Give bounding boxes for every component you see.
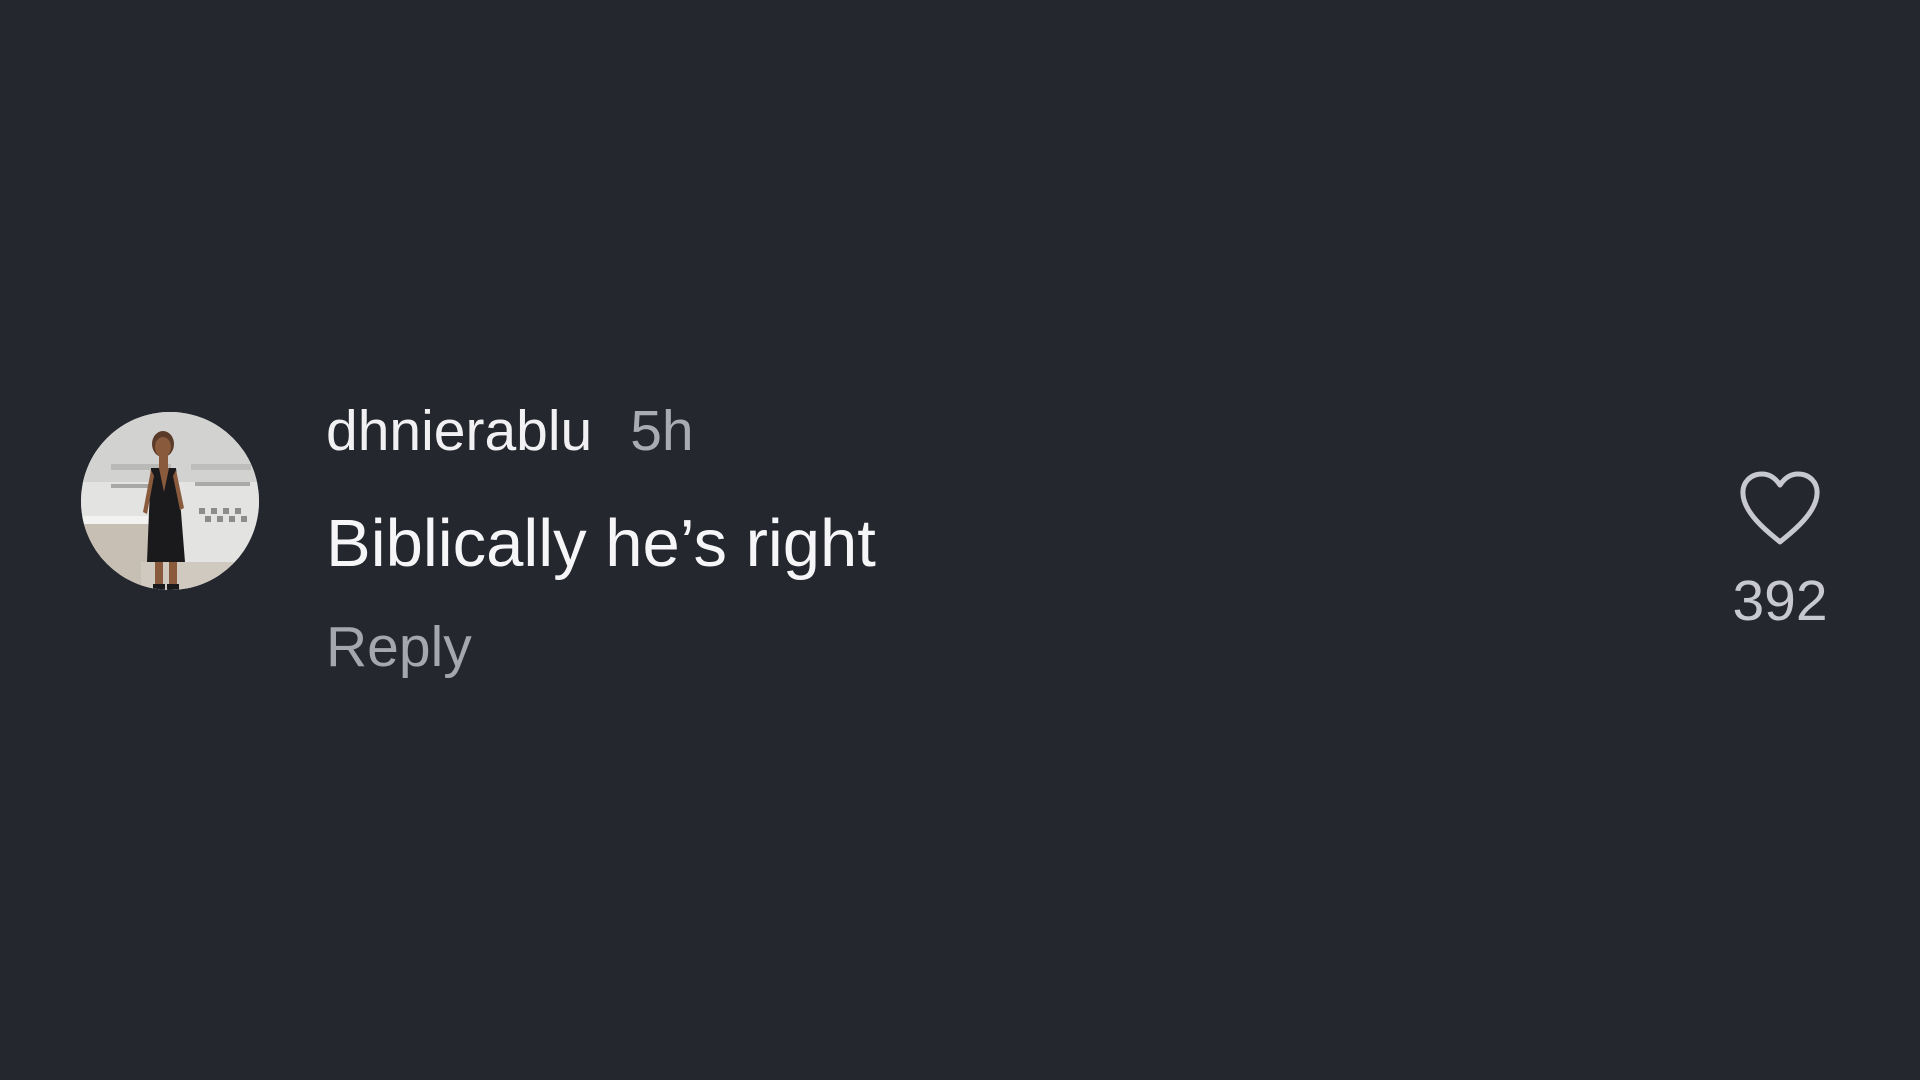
like-count: 392: [1732, 569, 1828, 633]
comment-item: dhnierablu 5h Biblically he’s right Repl…: [0, 0, 1920, 1080]
comment-text: Biblically he’s right: [326, 506, 876, 581]
heart-outline-icon[interactable]: [1738, 470, 1822, 546]
avatar[interactable]: [81, 412, 259, 590]
like-group: 392: [1700, 470, 1860, 634]
username-link[interactable]: dhnierablu: [326, 398, 592, 464]
comment-header: dhnierablu 5h: [326, 398, 694, 468]
reply-button[interactable]: Reply: [326, 614, 472, 680]
timestamp: 5h: [630, 399, 694, 463]
avatar-photo: [81, 412, 259, 590]
